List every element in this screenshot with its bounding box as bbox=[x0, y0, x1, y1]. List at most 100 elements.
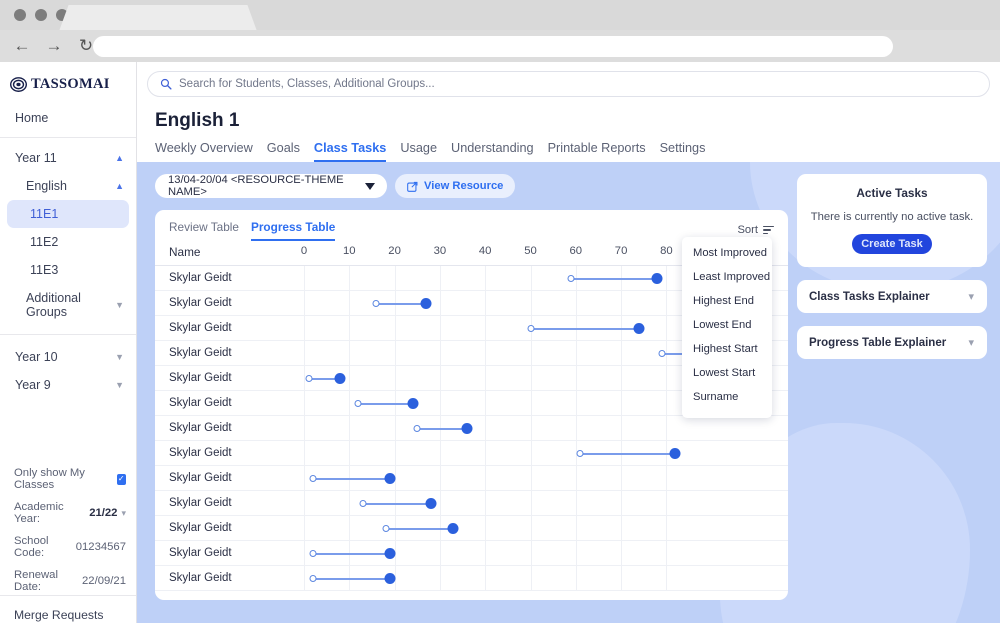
start-marker[interactable] bbox=[354, 400, 362, 407]
start-marker[interactable] bbox=[372, 300, 380, 307]
start-marker[interactable] bbox=[309, 475, 317, 482]
only-my-classes-row[interactable]: Only show My Classes ✓ bbox=[0, 462, 136, 496]
end-marker[interactable] bbox=[447, 523, 459, 534]
grid-line bbox=[485, 366, 487, 390]
tab-progress-table[interactable]: Progress Table bbox=[250, 220, 336, 241]
sort-dropdown-menu[interactable]: Most Improved Least Improved Highest End Lo… bbox=[682, 237, 772, 418]
only-my-classes-checkbox[interactable]: ✓ bbox=[116, 473, 126, 485]
grid-line bbox=[666, 416, 668, 440]
student-name: Skylar Geidt bbox=[169, 397, 232, 409]
start-marker[interactable] bbox=[309, 575, 317, 582]
end-marker[interactable] bbox=[633, 323, 645, 334]
sidebar-item-11e3[interactable]: 11E3 bbox=[0, 256, 136, 284]
tab-printable-reports[interactable]: Printable Reports bbox=[548, 141, 646, 162]
table-row[interactable]: Skylar Geidt bbox=[155, 541, 788, 566]
column-header-name: Name bbox=[169, 245, 201, 259]
sort-label: Sort bbox=[737, 224, 758, 236]
axis-tick-40: 40 bbox=[478, 245, 492, 257]
minimize-window-button[interactable] bbox=[35, 9, 47, 21]
end-marker[interactable] bbox=[420, 298, 432, 309]
start-marker[interactable] bbox=[309, 550, 317, 557]
active-tasks-title: Active Tasks bbox=[856, 186, 928, 200]
table-row[interactable]: Skylar Geidt bbox=[155, 491, 788, 516]
start-marker[interactable] bbox=[382, 525, 390, 532]
start-marker[interactable] bbox=[413, 425, 421, 432]
sort-option-lowest-end[interactable]: Lowest End bbox=[682, 313, 772, 337]
sidebar-item-11e1[interactable]: 11E1 bbox=[7, 200, 129, 228]
academic-year-row[interactable]: Academic Year: 21/22 ▾ bbox=[0, 496, 136, 530]
grid-line bbox=[530, 516, 532, 540]
sidebar-item-year-10[interactable]: Year 10 ▼ bbox=[0, 343, 136, 371]
view-resource-button[interactable]: View Resource bbox=[395, 174, 516, 198]
resource-select[interactable]: 13/04-20/04 <RESOURCE-THEME NAME> bbox=[155, 174, 387, 198]
end-marker[interactable] bbox=[461, 423, 473, 434]
start-marker[interactable] bbox=[567, 275, 575, 282]
back-icon[interactable]: ← bbox=[12, 36, 32, 56]
class-tasks-explainer-card[interactable]: Class Tasks Explainer ▾ bbox=[797, 280, 987, 313]
tab-settings[interactable]: Settings bbox=[660, 141, 706, 162]
table-row[interactable]: Skylar Geidt bbox=[155, 441, 788, 466]
sort-option-highest-start[interactable]: Highest Start bbox=[682, 337, 772, 361]
search-input[interactable]: Search for Students, Classes, Additional… bbox=[147, 71, 990, 97]
sidebar-link-merge-requests[interactable]: Merge Requests bbox=[0, 603, 136, 623]
grid-line bbox=[530, 366, 532, 390]
tab-weekly-overview-label: Weekly Overview bbox=[155, 141, 253, 155]
table-row[interactable]: Skylar Geidt bbox=[155, 416, 788, 441]
grid-line bbox=[439, 341, 441, 365]
tab-understanding[interactable]: Understanding bbox=[451, 141, 534, 162]
close-window-button[interactable] bbox=[14, 9, 26, 21]
tab-class-tasks[interactable]: Class Tasks bbox=[313, 141, 387, 162]
end-marker[interactable] bbox=[425, 498, 437, 509]
end-marker[interactable] bbox=[407, 398, 419, 409]
sidebar-item-year-9[interactable]: Year 9 ▼ bbox=[0, 371, 136, 399]
tab-goals[interactable]: Goals bbox=[267, 141, 300, 162]
end-marker[interactable] bbox=[384, 573, 396, 584]
url-input[interactable] bbox=[93, 36, 893, 57]
browser-tab[interactable] bbox=[78, 5, 238, 30]
tab-weekly-overview[interactable]: Weekly Overview bbox=[155, 141, 253, 162]
sidebar-item-home[interactable]: Home bbox=[0, 93, 136, 138]
forward-icon[interactable]: → bbox=[44, 36, 64, 56]
sidebar-item-english[interactable]: English ▲ bbox=[0, 172, 136, 200]
grid-line bbox=[394, 366, 396, 390]
sidebar-item-11e2[interactable]: 11E2 bbox=[0, 228, 136, 256]
grid-line bbox=[304, 416, 305, 440]
sidebar-item-11e3-label: 11E3 bbox=[30, 263, 59, 277]
grid-line bbox=[530, 541, 532, 565]
progress-table-explainer-card[interactable]: Progress Table Explainer ▾ bbox=[797, 326, 987, 359]
grid-line bbox=[621, 391, 623, 415]
grid-line bbox=[349, 266, 351, 290]
start-marker[interactable] bbox=[576, 450, 584, 457]
tab-usage[interactable]: Usage bbox=[400, 141, 437, 162]
progress-segment bbox=[313, 552, 391, 555]
sort-option-surname[interactable]: Surname bbox=[682, 385, 772, 409]
start-marker[interactable] bbox=[305, 375, 313, 382]
brand-logo[interactable]: TASSOMAI bbox=[0, 62, 136, 93]
table-row[interactable]: Skylar Geidt bbox=[155, 516, 788, 541]
create-task-button[interactable]: Create Task bbox=[852, 234, 932, 254]
grid-line bbox=[621, 566, 623, 590]
end-marker[interactable] bbox=[384, 548, 396, 559]
sidebar-item-year-11-label: Year 11 bbox=[15, 151, 57, 165]
sort-option-highest-end[interactable]: Highest End bbox=[682, 289, 772, 313]
grid-line bbox=[439, 466, 441, 490]
sidebar-item-additional-groups[interactable]: Additional Groups ▼ bbox=[0, 284, 136, 326]
end-marker[interactable] bbox=[334, 373, 346, 384]
grid-line bbox=[439, 441, 441, 465]
table-row[interactable]: Skylar Geidt bbox=[155, 466, 788, 491]
end-marker[interactable] bbox=[651, 273, 663, 284]
grid-line bbox=[485, 566, 487, 590]
end-marker[interactable] bbox=[669, 448, 681, 459]
start-marker[interactable] bbox=[658, 350, 666, 357]
sort-option-most-improved[interactable]: Most Improved bbox=[682, 241, 772, 265]
tab-usage-label: Usage bbox=[400, 141, 438, 155]
tab-review-table[interactable]: Review Table bbox=[169, 220, 239, 241]
sidebar-item-year-11[interactable]: Year 11 ▲ bbox=[0, 144, 136, 172]
table-row[interactable]: Skylar Geidt bbox=[155, 566, 788, 591]
sort-option-least-improved[interactable]: Least Improved bbox=[682, 265, 772, 289]
grid-line bbox=[575, 541, 577, 565]
sort-option-lowest-start[interactable]: Lowest Start bbox=[682, 361, 772, 385]
start-marker[interactable] bbox=[359, 500, 367, 507]
start-marker[interactable] bbox=[527, 325, 534, 332]
end-marker[interactable] bbox=[384, 473, 396, 484]
